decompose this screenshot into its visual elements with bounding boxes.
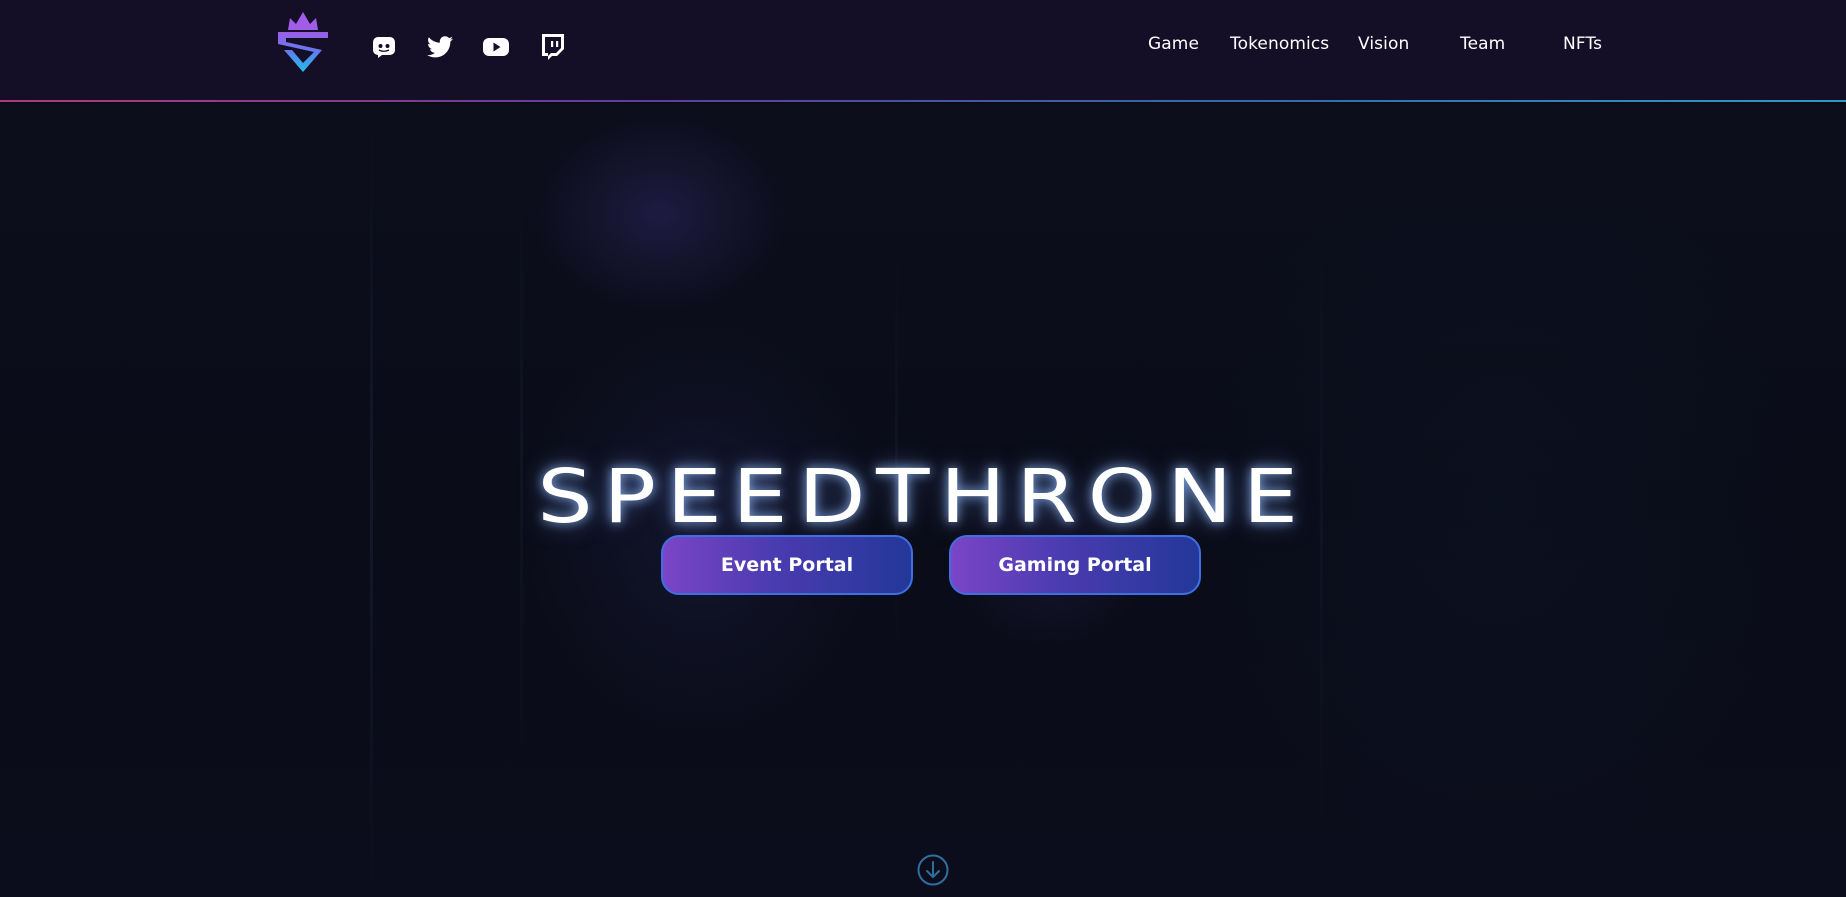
site-header: Game Tokenomics Vision Team NFTs — [0, 0, 1846, 102]
nav-nfts[interactable]: NFTs — [1563, 34, 1602, 54]
nav-tokenomics[interactable]: Tokenomics — [1230, 34, 1329, 54]
nav-team[interactable]: Team — [1460, 34, 1505, 54]
page: Game Tokenomics Vision Team NFTs SPEEDTH… — [0, 0, 1846, 897]
twitter-link[interactable] — [426, 33, 454, 61]
scroll-down-button[interactable] — [917, 854, 949, 886]
youtube-icon — [483, 38, 509, 56]
nav-vision[interactable]: Vision — [1358, 34, 1409, 54]
discord-link[interactable] — [370, 33, 398, 61]
hero-title: SPEEDTHRONE — [537, 453, 1309, 540]
nav-game[interactable]: Game — [1148, 34, 1199, 54]
header-divider — [0, 100, 1846, 102]
site-logo[interactable] — [274, 8, 332, 74]
crown-shield-logo-icon — [278, 12, 328, 72]
twitter-icon — [427, 36, 453, 58]
arrow-down-circle-icon — [917, 854, 949, 886]
gaming-portal-button[interactable]: Gaming Portal — [949, 535, 1201, 595]
hero-section: SPEEDTHRONE Event Portal Gaming Portal — [0, 104, 1846, 897]
event-portal-button[interactable]: Event Portal — [661, 535, 913, 595]
youtube-link[interactable] — [482, 33, 510, 61]
twitch-icon — [542, 34, 564, 60]
discord-icon — [373, 37, 395, 58]
twitch-link[interactable] — [538, 33, 566, 61]
